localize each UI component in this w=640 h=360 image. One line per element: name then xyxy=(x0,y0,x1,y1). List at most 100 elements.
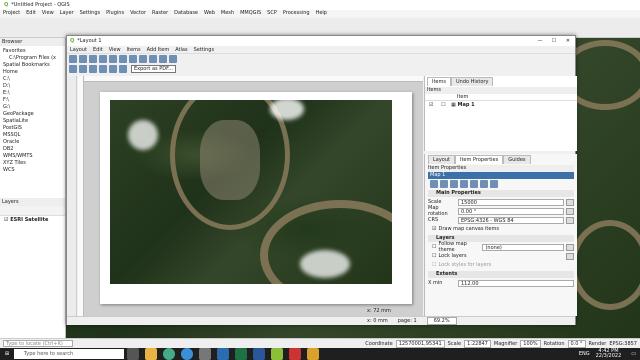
last-feature-icon[interactable] xyxy=(119,65,127,73)
browser-item-geopackage[interactable]: GeoPackage xyxy=(3,111,65,118)
edge-icon[interactable] xyxy=(181,348,193,360)
prev-feature-icon[interactable] xyxy=(99,65,107,73)
excel-icon[interactable] xyxy=(235,348,247,360)
crs-select-icon[interactable] xyxy=(566,216,574,224)
qgis-menu-item[interactable]: Project xyxy=(3,10,20,16)
qgis-taskbar-icon[interactable] xyxy=(271,348,283,360)
checkbox-icon[interactable]: ☐ xyxy=(432,253,436,259)
browser-item-drive[interactable]: C:\ xyxy=(3,76,65,83)
data-defined-icon[interactable] xyxy=(566,243,574,251)
qgis-menu-item[interactable]: Edit xyxy=(26,10,36,16)
next-feature-icon[interactable] xyxy=(109,65,117,73)
bookmark-icon[interactable] xyxy=(470,179,478,188)
app-icon[interactable] xyxy=(307,348,319,360)
qgis-menu-item[interactable]: Layer xyxy=(60,10,74,16)
duplicate-icon[interactable] xyxy=(89,55,97,63)
first-feature-icon[interactable] xyxy=(89,65,97,73)
file-explorer-icon[interactable] xyxy=(145,348,157,360)
qgis-menu-item[interactable]: View xyxy=(42,10,54,16)
layout-menu-item[interactable]: View xyxy=(109,46,121,54)
layout-menu-item[interactable]: Items xyxy=(127,46,141,54)
map-item[interactable] xyxy=(110,100,392,284)
tab-layout[interactable]: Layout xyxy=(428,155,455,164)
qgis-menu-item[interactable]: MMQGIS xyxy=(240,10,261,16)
browser-item-mssql[interactable]: MSSQL xyxy=(3,132,65,139)
redo-icon[interactable] xyxy=(169,55,177,63)
browser-item-oracle[interactable]: Oracle xyxy=(3,139,65,146)
magnifier-value[interactable]: 100% xyxy=(520,339,541,348)
qgis-menu-item[interactable]: Raster xyxy=(152,10,168,16)
browser-item-wcs[interactable]: WCS xyxy=(3,167,65,174)
set-extent-icon[interactable] xyxy=(440,179,448,188)
layer-item[interactable]: ☑ ESRI Satellite xyxy=(0,216,65,224)
browser-item-db2[interactable]: DB2 xyxy=(3,146,65,153)
items-row[interactable]: ☑ ☐ ▦ Map 1 xyxy=(425,101,577,109)
qgis-menu-item[interactable]: SCP xyxy=(267,10,277,16)
layout-zoom[interactable]: 69.2% xyxy=(426,317,457,325)
export-image-icon[interactable] xyxy=(129,55,137,63)
qgis-menu-item[interactable]: Web xyxy=(204,10,215,16)
export-pdf-icon[interactable] xyxy=(149,55,157,63)
browser-item-home[interactable]: Home xyxy=(3,69,65,76)
qgis-menu-item[interactable]: Vector xyxy=(130,10,146,16)
template-icon[interactable] xyxy=(109,55,117,63)
lock-checkbox-icon[interactable]: ☐ xyxy=(441,102,445,108)
browser-item-drive[interactable]: F:\ xyxy=(3,97,65,104)
data-defined-icon[interactable] xyxy=(566,207,574,215)
data-defined-icon[interactable] xyxy=(566,198,574,206)
view-extent-icon[interactable] xyxy=(450,179,458,188)
tab-items[interactable]: Items xyxy=(427,77,451,86)
layout-manager-icon[interactable] xyxy=(99,55,107,63)
locator-input[interactable]: Type to locate (Ctrl+K) xyxy=(3,340,73,347)
main-properties-section[interactable]: Main Properties xyxy=(428,190,574,197)
scale-field[interactable]: 15000 xyxy=(458,198,564,206)
data-defined-icon[interactable] xyxy=(566,252,574,260)
tab-item-properties[interactable]: Item Properties xyxy=(455,155,504,164)
windows-start-icon[interactable]: ⊞ xyxy=(0,351,14,357)
layout-menu-item[interactable]: Atlas xyxy=(175,46,187,54)
close-icon[interactable]: ✕ xyxy=(561,38,575,44)
checkbox-icon[interactable]: ☐ xyxy=(432,262,436,268)
checkbox-checked-icon[interactable]: ☑ xyxy=(429,102,433,108)
qgis-menu-item[interactable]: Database xyxy=(174,10,198,16)
crs-field[interactable]: EPSG:4326 - WGS 84 xyxy=(458,216,564,224)
browser-item-drive[interactable]: D:\ xyxy=(3,83,65,90)
clip-icon[interactable] xyxy=(490,179,498,188)
render-label[interactable]: Render xyxy=(589,341,607,347)
layout-menu-item[interactable]: Edit xyxy=(93,46,103,54)
browser-item-xyz[interactable]: XYZ Tiles xyxy=(3,160,65,167)
print-icon[interactable] xyxy=(119,55,127,63)
qgis-menu-item[interactable]: Mesh xyxy=(221,10,234,16)
browser-item-postgis[interactable]: PostGIS xyxy=(3,125,65,132)
export-atlas-icon[interactable] xyxy=(69,65,77,73)
atlas-preview-icon[interactable] xyxy=(79,65,87,73)
browser-item-folder[interactable]: C:\Program Files (x xyxy=(3,55,65,62)
qgis-menu-item[interactable]: Help xyxy=(316,10,327,16)
qgis-menu-item[interactable]: Settings xyxy=(80,10,101,16)
store-icon[interactable] xyxy=(199,348,211,360)
taskbar-search[interactable]: Type here to search xyxy=(14,349,124,359)
coordinate-value[interactable]: 12570001,95341 xyxy=(395,339,445,348)
mail-icon[interactable] xyxy=(217,348,229,360)
language-indicator[interactable]: ENG xyxy=(579,351,590,357)
scale-value[interactable]: 1:22847 xyxy=(464,339,491,348)
save-icon[interactable] xyxy=(69,55,77,63)
chrome-icon[interactable] xyxy=(163,348,175,360)
app-icon[interactable] xyxy=(289,348,301,360)
export-svg-icon[interactable] xyxy=(139,55,147,63)
checkbox-checked-icon[interactable]: ☑ xyxy=(4,217,8,223)
layout-canvas[interactable] xyxy=(78,76,423,316)
qgis-menu-item[interactable]: Processing xyxy=(283,10,310,16)
tab-undo-history[interactable]: Undo History xyxy=(451,77,494,86)
move-content-icon[interactable] xyxy=(460,179,468,188)
checkbox-checked-icon[interactable]: ☑ xyxy=(432,226,436,232)
xmin-field[interactable]: 112.00 xyxy=(458,279,574,287)
browser-item-favorites[interactable]: Favorites xyxy=(3,48,65,55)
word-icon[interactable] xyxy=(253,348,265,360)
refresh-preview-icon[interactable] xyxy=(430,179,438,188)
tab-guides[interactable]: Guides xyxy=(503,155,531,164)
layout-menu-item[interactable]: Layout xyxy=(70,46,87,54)
browser-item-spatialite[interactable]: SpatiaLite xyxy=(3,118,65,125)
notification-icon[interactable]: ▭ xyxy=(631,351,636,357)
browser-item-bookmarks[interactable]: Spatial Bookmarks xyxy=(3,62,65,69)
